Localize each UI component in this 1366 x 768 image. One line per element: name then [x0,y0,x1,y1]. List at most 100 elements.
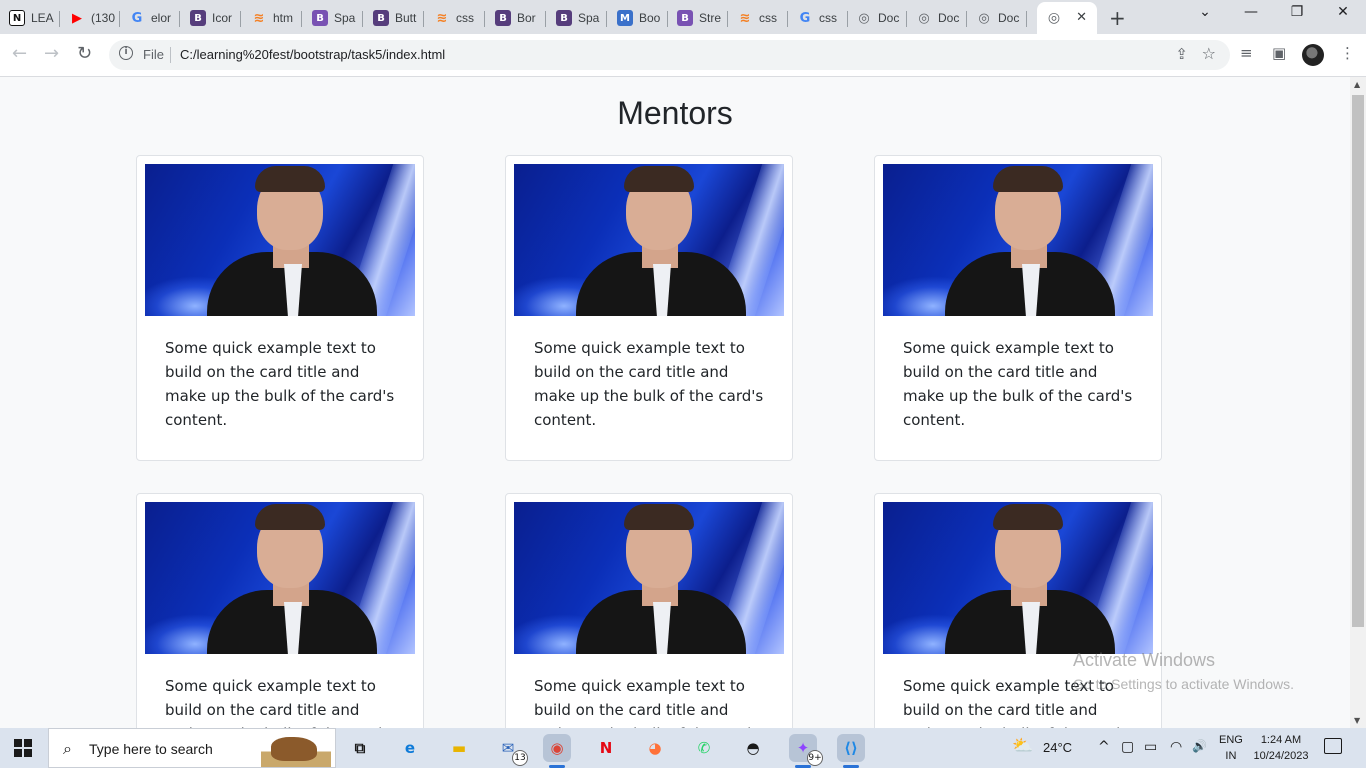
scroll-thumb[interactable] [1352,95,1364,627]
taskbar-edge-icon[interactable]: e [396,734,424,762]
tab-separator [423,11,424,27]
taskbar-chrome-icon[interactable]: ◉ [543,734,571,768]
back-button[interactable]: ← [12,43,27,64]
share-icon[interactable]: ⇪ [1175,45,1188,63]
tab-separator [301,11,302,27]
weather-icon[interactable]: ⛅ [1012,736,1033,756]
tab-active[interactable]: ◎ ✕ [1037,2,1097,34]
taskbar-github-icon[interactable]: ◓ [739,734,767,762]
mentor-card: Some quick example text to build on the … [874,493,1162,728]
tab-0[interactable]: N LEA [0,4,60,32]
taskbar-search[interactable]: ⌕ Type here to search [48,728,336,768]
bookmark-star-icon[interactable]: ☆ [1202,44,1216,63]
media-controls-icon[interactable]: ≡ [1240,44,1253,62]
mentor-photo [145,164,415,316]
tab-separator [1026,11,1027,27]
language-indicator[interactable]: ENG IN [1219,732,1243,764]
tab-label: Stre [699,11,722,25]
taskbar-whatsapp-icon[interactable]: ✆ [690,734,718,762]
bootstrap-icon: B [556,10,572,26]
tab-10[interactable]: M Boo [608,4,668,32]
photo-hair [255,504,325,530]
close-window-button[interactable]: ✕ [1320,4,1366,20]
tab-6[interactable]: B Butt [364,4,424,32]
tab-9[interactable]: B Spa [547,4,607,32]
tab-13[interactable]: Gcss [788,4,848,32]
taskbar-clock[interactable]: 1:24 AM 10/24/2023 [1250,732,1312,764]
meet-icon[interactable]: ▢ [1121,739,1134,755]
tab-search-chevron-icon[interactable]: ⌄ [1182,4,1228,20]
tab-5[interactable]: B Spa [303,4,363,32]
wifi-icon[interactable]: ◠ [1170,739,1182,755]
tab-4[interactable]: ≋ htm [242,4,302,32]
taskbar-firefox-icon[interactable]: ◕ [641,734,669,762]
tab-label: css [759,11,777,25]
weather-temperature[interactable]: 24°C [1043,740,1072,755]
photo-hair [255,166,325,192]
stackoverflow-icon: ≋ [739,10,751,26]
profile-avatar[interactable] [1302,44,1324,66]
github-glyph: ◓ [746,739,760,757]
scroll-down-arrow-icon[interactable]: ▼ [1354,716,1360,725]
tab-8[interactable]: B Bor [486,4,546,32]
side-panel-icon[interactable]: ▣ [1272,44,1286,62]
tab-label: htm [273,11,294,25]
taskbar-file-explorer-icon[interactable]: ▬ [445,734,473,762]
firefox-glyph: ◕ [648,739,662,757]
tab-16[interactable]: ◎ Doc [967,4,1027,32]
taskbar-messenger-icon[interactable]: ✦ 9+ [789,734,823,768]
google-icon: G [799,10,811,26]
menu-icon[interactable]: ⋮ [1340,44,1355,62]
tab-14[interactable]: ◎ Doc [847,4,907,32]
new-tab-button[interactable]: + [1109,6,1126,30]
forward-button[interactable]: → [44,43,59,64]
bootstrap-icon: B [190,10,206,26]
tab-label: css [456,11,474,25]
tab-separator [179,11,180,27]
page-scrollbar[interactable]: ▲ ▼ [1350,77,1366,728]
card-text: Some quick example text to build on the … [165,339,395,429]
scheme-label: File [143,47,164,62]
stackoverflow-icon: ≋ [436,10,448,26]
close-tab-icon[interactable]: ✕ [1076,10,1087,25]
url-text[interactable]: C:/learning%20fest/bootstrap/task5/index… [180,47,445,62]
site-info-icon[interactable]: i [119,46,133,60]
tab-label: css [819,11,837,25]
mentor-card: Some quick example text to build on the … [136,155,424,461]
start-button[interactable] [14,739,32,757]
taskbar-vscode-icon[interactable]: ⟨⟩ [837,734,865,768]
taskbar-mail-icon[interactable]: ✉ 13 [494,734,528,766]
scroll-up-arrow-icon[interactable]: ▲ [1354,80,1360,89]
tab-12[interactable]: ≋ css [728,4,788,32]
tab-label: elor [151,11,172,25]
volume-icon[interactable]: 🔊 [1192,739,1207,753]
tab-label: LEA [31,11,54,25]
notifications-icon[interactable] [1324,738,1342,754]
tab-separator [240,11,241,27]
restore-button[interactable]: ❐ [1274,4,1320,20]
mentor-card: Some quick example text to build on the … [874,155,1162,461]
tray-overflow-chevron-icon[interactable]: ^ [1098,739,1110,755]
address-bar[interactable]: i File C:/learning%20fest/bootstrap/task… [109,40,1230,70]
tab-strip: N LEA ▶ (130 Gelor B Icor ≋ htm B Spa B Butt ≋ css B Bor… [0,0,1366,34]
tab-1[interactable]: ▶ (130 [60,4,120,32]
tab-7[interactable]: ≋ css [425,4,485,32]
tab-15[interactable]: ◎ Doc [907,4,967,32]
mentor-photo [514,164,784,316]
chrome-glyph: ◉ [550,739,564,757]
tab-2[interactable]: Gelor [120,4,180,32]
reload-button[interactable]: ↻ [77,43,92,64]
whatsapp-glyph: ✆ [697,739,711,757]
address-divider [170,47,171,63]
battery-icon[interactable]: ▭ [1144,739,1157,755]
taskbar-task-view-icon[interactable]: ⧉ [346,734,374,762]
tab-label: Spa [578,11,600,25]
browser-toolbar: ← → ↻ i File C:/learning%20fest/bootstra… [0,34,1366,77]
tab-label: Spa [334,11,356,25]
taskbar-netflix-icon[interactable]: N [592,734,620,762]
tab-11[interactable]: B Stre [668,4,728,32]
stackoverflow-icon: ≋ [253,10,265,26]
minimize-button[interactable]: — [1228,4,1274,20]
google-icon: G [131,10,143,26]
tab-3[interactable]: B Icor [181,4,241,32]
